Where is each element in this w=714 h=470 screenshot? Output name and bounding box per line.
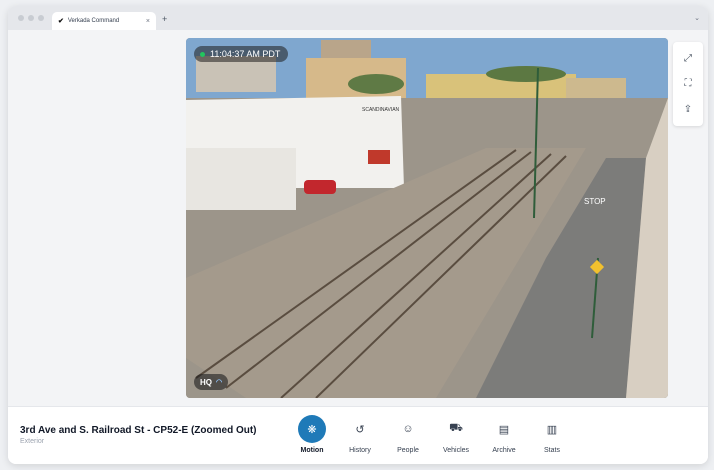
browser-window: ✔ Verkada Command × + ⌄ SCANDINAVIAN STO…	[8, 6, 708, 464]
share-icon[interactable]: ⇪	[679, 100, 697, 118]
video-tools: ⤢ ⛶ ⇪	[673, 42, 703, 126]
camera-subtitle: Exterior	[20, 438, 45, 445]
road-stop-text: STOP	[584, 197, 606, 206]
fullscreen-icon[interactable]: ⤢	[679, 50, 697, 68]
camera-scene: SCANDINAVIAN STOP	[186, 38, 668, 398]
people-button[interactable]: ☺ People	[384, 415, 432, 454]
stats-icon: ▥	[546, 423, 558, 436]
live-timestamp: 11:04:37 AM PDT	[194, 46, 289, 62]
signal-icon: ◠	[216, 379, 223, 386]
history-icon: ↺	[355, 423, 365, 436]
people-label: People	[397, 447, 419, 454]
quality-label: HQ	[200, 377, 212, 387]
camera-view: SCANDINAVIAN STOP 11:04:37 AM PDT HQ ◠ ⤢…	[8, 30, 708, 464]
trees-far	[486, 66, 566, 82]
close-window-button[interactable]	[18, 15, 24, 21]
red-car	[304, 180, 336, 194]
trees	[348, 74, 404, 94]
tab-title: Verkada Command	[67, 18, 120, 24]
camera-feed[interactable]: SCANDINAVIAN STOP 11:04:37 AM PDT HQ ◠	[186, 38, 668, 398]
live-indicator-icon	[200, 51, 205, 57]
zoom-fit-icon[interactable]: ⛶	[679, 75, 697, 93]
motion-label: Motion	[300, 447, 324, 454]
stats-label: Stats	[544, 447, 560, 454]
store-sign: SCANDINAVIAN	[362, 107, 400, 113]
tab-close-icon[interactable]: ×	[146, 18, 150, 25]
camera-title: 3rd Ave and S. Railroad St - CP52-E (Zoo…	[20, 425, 257, 436]
tab-list-chevron-icon[interactable]: ⌄	[694, 14, 700, 22]
history-label: History	[349, 447, 371, 454]
minimize-window-button[interactable]	[28, 15, 34, 21]
browser-tab[interactable]: ✔ Verkada Command ×	[52, 12, 156, 30]
archive-button[interactable]: ▤ Archive	[480, 415, 528, 455]
white-annex	[186, 148, 296, 210]
browser-tabbar: ✔ Verkada Command × + ⌄	[8, 6, 708, 30]
vehicles-button[interactable]: ⛟ Vehicles	[432, 415, 480, 454]
verkada-logo-icon: ✔	[58, 18, 64, 25]
history-button[interactable]: ↺ History	[336, 415, 384, 455]
camera-actions: ❋ Motion ↺ History ☺ People ⛟ Vehicles ▤	[288, 415, 576, 454]
quality-toggle[interactable]: HQ ◠	[194, 374, 229, 390]
store-banner	[368, 150, 390, 164]
people-icon: ☺	[402, 423, 414, 435]
new-tab-button[interactable]: +	[162, 14, 167, 24]
archive-label: Archive	[492, 447, 516, 454]
motion-icon: ❋	[298, 415, 326, 443]
vehicle-icon: ⛟	[449, 422, 463, 434]
maximize-window-button[interactable]	[38, 15, 44, 21]
motion-button[interactable]: ❋ Motion	[288, 415, 336, 454]
window-controls	[18, 15, 44, 21]
timestamp-text: 11:04:37 AM PDT	[210, 49, 281, 59]
archive-icon: ▤	[498, 423, 510, 436]
vehicles-label: Vehicles	[442, 447, 470, 454]
stats-button[interactable]: ▥ Stats	[528, 415, 576, 455]
camera-info-bar: 3rd Ave and S. Railroad St - CP52-E (Zoo…	[8, 406, 708, 464]
